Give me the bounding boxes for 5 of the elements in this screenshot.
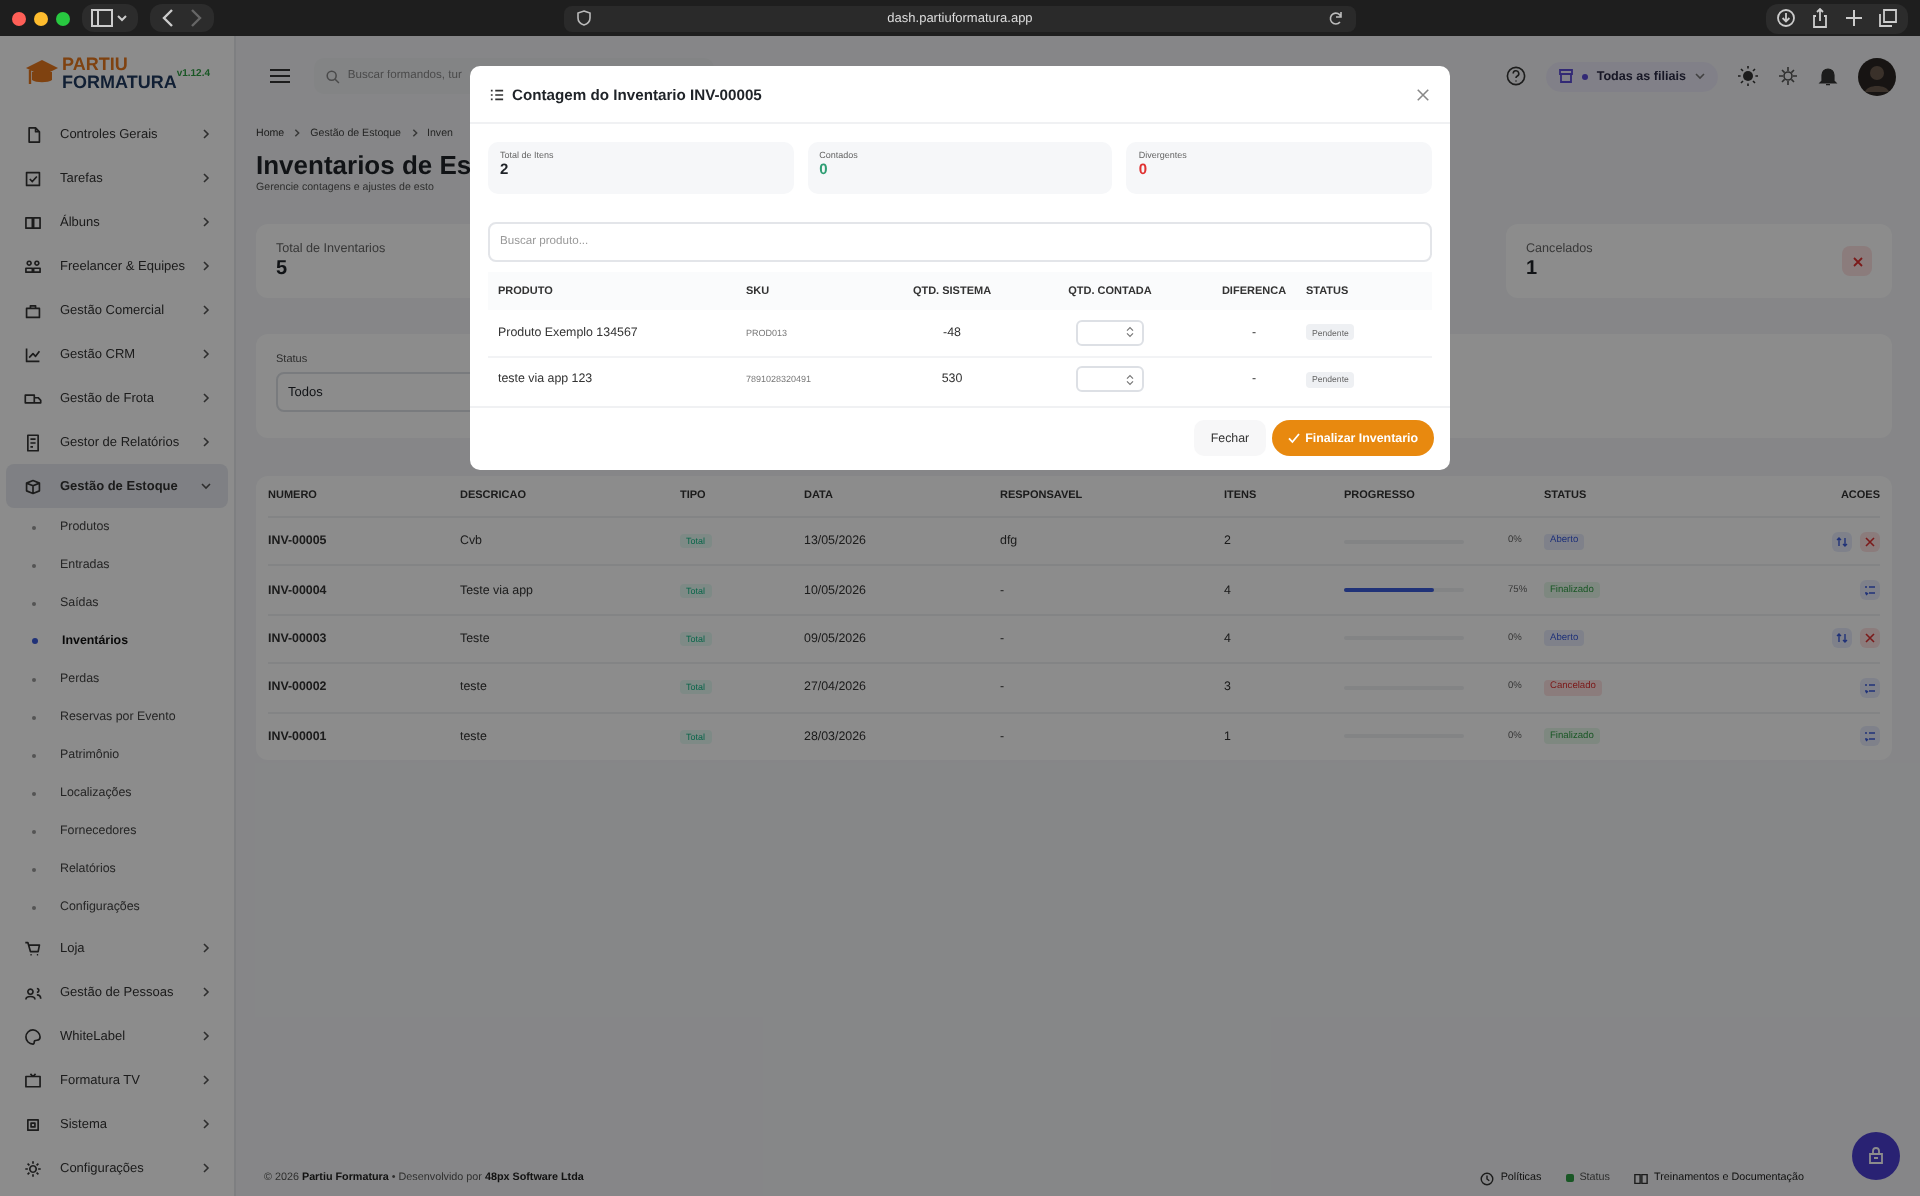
stat-value: 1 xyxy=(1526,258,1540,280)
logo-text: FORMATURA xyxy=(62,74,177,92)
logo-text: PARTIU xyxy=(62,56,130,74)
page-title: Inventarios de Es xyxy=(256,148,472,182)
stat-value: 5 xyxy=(276,258,290,280)
